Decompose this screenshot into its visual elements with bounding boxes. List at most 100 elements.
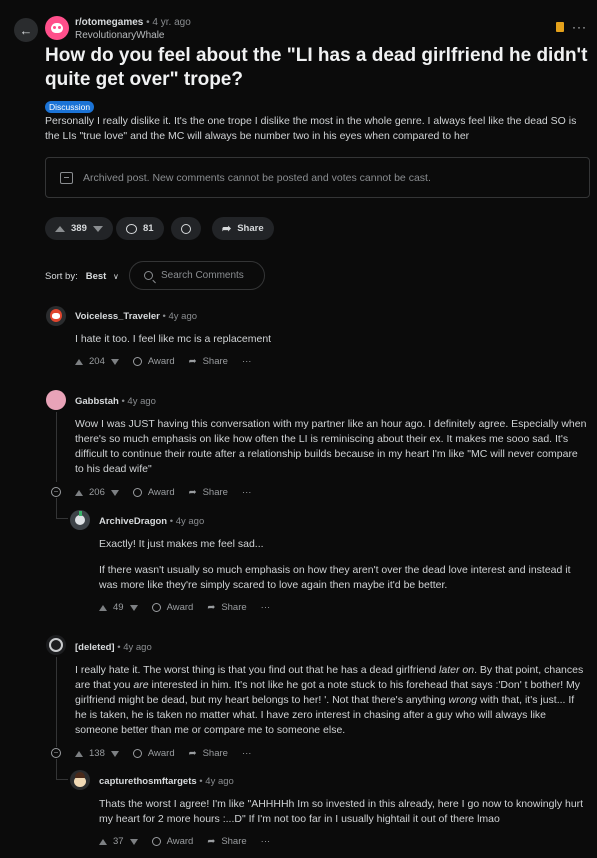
- award-icon: [151, 603, 161, 612]
- vote-count: 37: [113, 836, 124, 847]
- comment-author-line: Gabbstah • 4y ago: [75, 396, 156, 407]
- collapse-icon[interactable]: −: [51, 748, 61, 758]
- comment-actions: 138 Award ➦ Share ···: [75, 748, 251, 759]
- sort-value: Best: [85, 271, 107, 282]
- comment-author-line: ArchiveDragon • 4y ago: [99, 516, 205, 527]
- award-button[interactable]: [171, 217, 201, 240]
- award-icon: [132, 749, 142, 758]
- share-button[interactable]: ➦ Share: [207, 836, 246, 847]
- comment-body: I really hate it. The worst thing is tha…: [75, 664, 584, 736]
- comment-author[interactable]: Voiceless_Traveler: [75, 311, 160, 322]
- award-icon: [132, 357, 142, 366]
- archive-icon: [60, 171, 73, 184]
- share-button[interactable]: ➦ Share: [207, 602, 246, 613]
- thread-connector: [56, 518, 68, 519]
- chevron-down-icon: ∨: [112, 272, 119, 281]
- post-author[interactable]: RevolutionaryWhale: [75, 30, 165, 41]
- comment-age: 4y ago: [123, 642, 152, 653]
- award-button[interactable]: Award: [132, 748, 175, 759]
- avatar[interactable]: [70, 770, 90, 790]
- avatar[interactable]: [46, 306, 66, 326]
- share-button[interactable]: ➦ Share: [212, 217, 274, 240]
- vote-count: 138: [89, 748, 105, 759]
- comment-author[interactable]: ArchiveDragon: [99, 516, 167, 527]
- award-button[interactable]: Award: [151, 602, 193, 613]
- more-options-icon[interactable]: ···: [242, 356, 252, 367]
- upvote-icon[interactable]: [99, 838, 107, 845]
- sort-selector[interactable]: Sort by: Best ∨: [45, 271, 119, 282]
- share-button[interactable]: ➦ Share: [189, 356, 228, 367]
- subreddit-line: r/otomegames • 4 yr. ago: [75, 17, 191, 28]
- award-button[interactable]: Award: [151, 836, 193, 847]
- award-icon: [132, 488, 142, 497]
- share-icon: ➦: [222, 223, 232, 235]
- avatar[interactable]: [46, 390, 66, 410]
- upvote-icon[interactable]: [99, 604, 107, 611]
- bookmark-icon[interactable]: [556, 22, 564, 32]
- avatar[interactable]: [70, 510, 90, 530]
- award-icon: [181, 223, 191, 234]
- comment-age: 4y ago: [168, 311, 198, 322]
- more-options-icon[interactable]: ···: [242, 748, 252, 759]
- comment-author-line: [deleted] • 4y ago: [75, 642, 152, 653]
- award-button[interactable]: Award: [132, 487, 175, 498]
- comments-button[interactable]: 81: [116, 217, 164, 240]
- vote-count: 206: [89, 487, 105, 498]
- comment-count: 81: [143, 223, 154, 234]
- comment-author-line: capturethosmftargets • 4y ago: [99, 776, 234, 787]
- collapse-icon[interactable]: −: [51, 487, 61, 497]
- share-button[interactable]: ➦ Share: [189, 748, 228, 759]
- downvote-icon[interactable]: [110, 358, 119, 365]
- share-label: Share: [237, 223, 264, 234]
- thread-line: [56, 498, 57, 518]
- downvote-icon[interactable]: [92, 225, 103, 232]
- avatar[interactable]: [46, 635, 66, 655]
- comment-age: 4y ago: [205, 776, 234, 787]
- subreddit-avatar[interactable]: [45, 16, 69, 40]
- thread-line: [56, 412, 57, 482]
- thread-line: [56, 759, 57, 779]
- share-icon: ➦: [188, 748, 197, 759]
- back-button[interactable]: ←: [14, 18, 38, 42]
- comment-author-line: Voiceless_Traveler • 4y ago: [75, 311, 198, 322]
- comment-body: Thats the worst I agree! I'm like "AHHHH…: [99, 798, 584, 825]
- post-vote-bar: 389: [45, 217, 113, 240]
- comment-body: Wow I was JUST having this conversation …: [75, 418, 587, 475]
- comment-age: 4y ago: [127, 396, 156, 407]
- upvote-icon[interactable]: [75, 750, 83, 757]
- downvote-icon[interactable]: [129, 604, 138, 611]
- arrow-left-icon: ←: [19, 22, 33, 38]
- more-options-icon[interactable]: ···: [572, 21, 587, 33]
- downvote-icon[interactable]: [129, 838, 138, 845]
- post-flair[interactable]: Discussion: [45, 101, 95, 113]
- share-icon: ➦: [188, 487, 197, 498]
- archived-notice: Archived post. New comments cannot be po…: [45, 157, 590, 198]
- thread-connector: [56, 779, 68, 780]
- post-vote-count: 389: [71, 223, 87, 234]
- award-icon: [151, 837, 161, 846]
- share-icon: ➦: [207, 602, 216, 613]
- comment-author[interactable]: capturethosmftargets: [99, 776, 197, 787]
- snoo-icon: [51, 23, 63, 33]
- downvote-icon[interactable]: [110, 489, 119, 496]
- more-options-icon[interactable]: ···: [261, 602, 271, 613]
- header-actions: ···: [556, 21, 587, 33]
- sort-label: Sort by:: [45, 271, 78, 282]
- archived-text: Archived post. New comments cannot be po…: [83, 171, 431, 184]
- comment-body-paragraph: Exactly! It just makes me feel sad...: [99, 538, 264, 550]
- subreddit-name[interactable]: r/otomegames: [75, 17, 143, 28]
- search-placeholder: Search Comments: [161, 270, 244, 281]
- more-options-icon[interactable]: ···: [242, 487, 252, 498]
- post-title: How do you feel about the "LI has a dead…: [45, 45, 588, 90]
- share-button[interactable]: ➦ Share: [189, 487, 228, 498]
- upvote-icon[interactable]: [75, 358, 83, 365]
- vote-count: 49: [113, 602, 124, 613]
- search-comments-input[interactable]: Search Comments: [129, 261, 265, 290]
- more-options-icon[interactable]: ···: [261, 836, 271, 847]
- comment-icon: [126, 223, 137, 234]
- downvote-icon[interactable]: [110, 750, 119, 757]
- comment-author[interactable]: Gabbstah: [75, 396, 119, 407]
- upvote-icon[interactable]: [75, 489, 83, 496]
- upvote-icon[interactable]: [55, 225, 65, 232]
- award-button[interactable]: Award: [132, 356, 175, 367]
